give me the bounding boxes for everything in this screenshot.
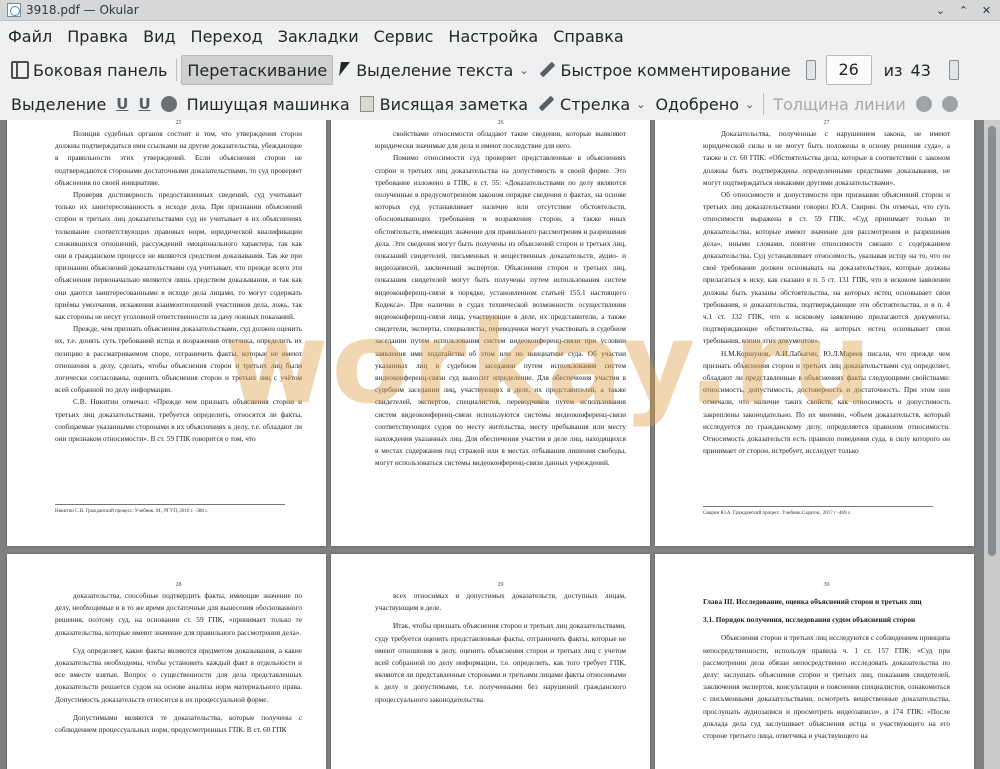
highlight-tool[interactable]: Выделение <box>6 89 111 119</box>
page-28: 28 доказательства, способные подтвердить… <box>7 554 326 769</box>
page-paragraph: Помимо относимости суд проверяет предста… <box>375 153 626 468</box>
sticky-note-tool[interactable]: Висящая заметка <box>355 89 533 119</box>
vertical-scrollbar[interactable] <box>984 120 1000 769</box>
typewriter-label: Пишущая машинка <box>186 94 350 114</box>
menu-go[interactable]: Переход <box>191 27 263 46</box>
page-paragraph: Н.М.Коршунов, А.И.Лабыгин, Ю.Л.Мареев пи… <box>703 348 950 456</box>
page-30: 30 Глава III. Исследование, оценка объяс… <box>655 554 974 769</box>
page-number: 29 <box>497 582 504 588</box>
arrow-label: Стрелка <box>560 94 631 114</box>
toolbar-separator-2 <box>763 93 765 115</box>
page-number-input[interactable]: 26 <box>825 55 872 85</box>
menu-settings[interactable]: Настройка <box>448 27 538 46</box>
stamp-icon[interactable] <box>160 96 177 112</box>
minimize-button[interactable]: ⌄ <box>933 3 948 18</box>
page-26: 26 свойствами относимости обладают такие… <box>331 120 650 546</box>
page-paragraph: Допустимыми являются те доказательства, … <box>55 712 302 735</box>
quick-annotation-button[interactable]: Быстрое комментирование <box>534 55 796 85</box>
stamp-chevron-icon[interactable]: ⌄ <box>745 98 754 111</box>
window-title: 3918.pdf — Okular <box>26 3 139 17</box>
page-total-label: 43 <box>910 60 931 80</box>
menu-bar: Файл Правка Вид Переход Закладки Сервис … <box>0 21 1000 51</box>
arrow-tool[interactable]: Стрелка ⌄ <box>533 89 650 119</box>
page-number: 26 <box>497 120 504 126</box>
page-paragraph: С.В. Никитин отмечал: «Прежде чем призна… <box>55 397 302 444</box>
menu-help[interactable]: Справка <box>553 27 624 46</box>
cursor-icon <box>338 61 352 79</box>
page-paragraph: Об относимости и допустимости при призна… <box>703 190 950 346</box>
side-panel-icon <box>11 61 29 79</box>
annotation-toolbar: Выделение U U Пишущая машинка Висящая за… <box>0 88 1000 120</box>
page-paragraph: Доказательства, полученные с нарушением … <box>703 129 950 187</box>
okular-app-icon <box>7 3 21 17</box>
page-number: 28 <box>175 582 182 588</box>
main-toolbar: Боковая панель Перетаскивание Выделение … <box>0 52 1000 88</box>
page-footnote: Никитин С.В. Гражданский процесс: Учебни… <box>55 504 285 516</box>
scrollbar-thumb[interactable] <box>988 126 996 556</box>
previous-page-icon[interactable] <box>805 60 816 80</box>
next-page-icon[interactable] <box>948 60 959 80</box>
chevron-down-icon[interactable]: ⌄ <box>519 64 528 77</box>
page-number: 25 <box>175 120 182 126</box>
underline-icon[interactable]: U <box>111 95 133 113</box>
chapter-heading: Глава III. Исследование, оценка объяснен… <box>703 597 922 606</box>
browse-tool-button[interactable]: Перетаскивание <box>181 55 334 85</box>
line-width-control[interactable]: Толщина линии <box>768 89 911 119</box>
window-titlebar[interactable]: 3918.pdf — Okular ⌄ ⌃ ✕ <box>0 0 1000 21</box>
arrow-chevron-icon[interactable]: ⌄ <box>636 98 645 111</box>
menu-edit[interactable]: Правка <box>67 27 128 46</box>
page-of-label: из <box>883 60 903 80</box>
section-heading: 3.1. Порядок получения, исследования суд… <box>703 615 916 625</box>
close-button[interactable]: ✕ <box>979 3 994 18</box>
typewriter-tool[interactable]: Пишущая машинка <box>182 89 355 119</box>
highlight-label: Выделение <box>11 94 107 114</box>
side-panel-button[interactable]: Боковая панель <box>6 55 172 85</box>
page-paragraph: доказательства, способные подтвердить фа… <box>55 591 302 637</box>
page-number: 30 <box>823 582 830 588</box>
opacity-icon[interactable] <box>941 96 958 112</box>
pen-icon <box>539 61 557 79</box>
window-controls: ⌄ ⌃ ✕ <box>933 3 994 18</box>
page-paragraph: Прежде, чем признать объяснения доказате… <box>55 324 302 395</box>
page-footnote: Свирин Ю.А. Гражданский процесс. Учебник… <box>703 506 933 518</box>
page-paragraph: всех относимых и допустимых доказательст… <box>375 591 626 613</box>
document-viewer[interactable]: 25 Позиция судебных органов состоит в то… <box>0 120 1000 769</box>
page-27: 27 Доказательства, полученные с нарушени… <box>655 120 974 546</box>
stamp-tool[interactable]: Одобрено ⌄ <box>650 89 759 119</box>
menu-tools[interactable]: Сервис <box>374 27 434 46</box>
page-paragraph: Проверяя достоверность предоставленных с… <box>55 190 302 322</box>
page-25: 25 Позиция судебных органов состоит в то… <box>7 120 326 546</box>
sticky-note-label: Висящая заметка <box>379 94 529 114</box>
page-29: 29 всех относимых и допустимых доказател… <box>331 554 650 769</box>
stamp-label: Одобрено <box>655 94 740 114</box>
line-width-label: Толщина линии <box>773 94 906 114</box>
menu-bookmarks[interactable]: Закладки <box>278 27 359 46</box>
page-paragraph: Суд определяет, какие факты являются пре… <box>55 645 302 704</box>
text-selection-label: Выделение текста <box>356 60 514 80</box>
menu-file[interactable]: Файл <box>8 27 52 46</box>
note-icon <box>359 96 374 112</box>
page-paragraph: Итак, чтобы признать объяснения сторон и… <box>375 621 626 704</box>
page-number: 27 <box>823 120 830 126</box>
side-panel-label: Боковая панель <box>33 60 168 80</box>
menu-view[interactable]: Вид <box>143 27 175 46</box>
squiggly-underline-icon[interactable]: U <box>133 95 155 113</box>
browse-tool-label: Перетаскивание <box>187 60 328 80</box>
quick-annotation-label: Быстрое комментирование <box>560 60 791 80</box>
text-selection-tool-button[interactable]: Выделение текста ⌄ <box>333 55 533 85</box>
page-paragraph: свойствами относимости обладают такие св… <box>375 129 626 151</box>
arrow-pen-icon <box>538 95 556 113</box>
color-icon[interactable] <box>915 96 932 112</box>
toolbar-separator <box>176 59 178 81</box>
page-paragraph: Позиция судебных органов состоит в том, … <box>55 129 302 187</box>
page-paragraph: Объяснения сторон и третьих лиц исследую… <box>703 633 950 741</box>
maximize-button[interactable]: ⌃ <box>956 3 971 18</box>
